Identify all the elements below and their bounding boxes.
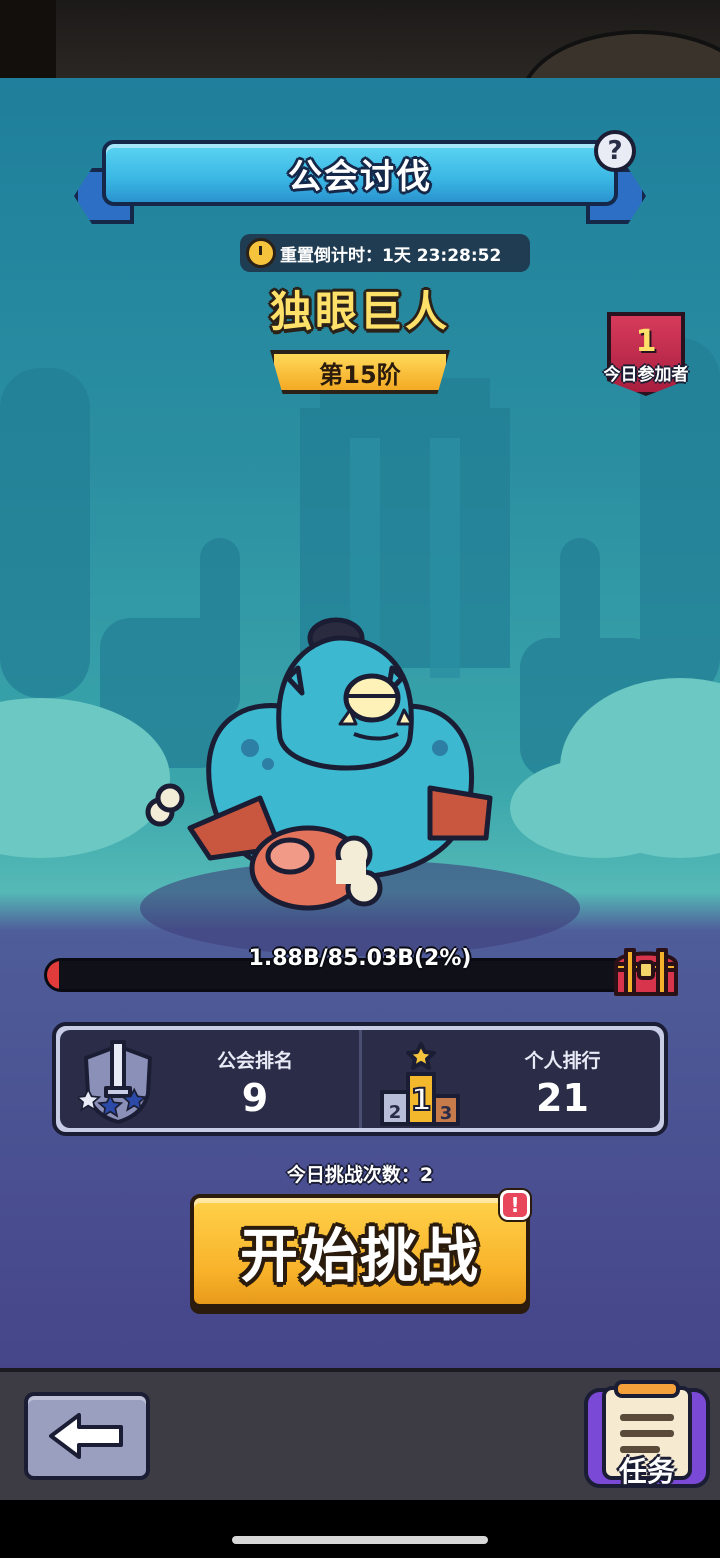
participants-badge[interactable]: 1 今日参加者 (596, 312, 696, 404)
ranking-panel: 公会排名 9 2 1 3 个人排行 21 (52, 1022, 668, 1136)
cyclops-boss-character[interactable] (140, 598, 520, 918)
daily-attempts-text: 今日挑战次数：2 (286, 1164, 434, 1186)
personal-rank-cell[interactable]: 2 1 3 个人排行 21 (358, 1030, 661, 1128)
page-title: 公会讨伐 (288, 156, 432, 197)
home-indicator[interactable] (232, 1536, 488, 1544)
podium-second: 2 (388, 1102, 401, 1123)
podium-third: 3 (439, 1103, 452, 1124)
back-button[interactable] (24, 1392, 150, 1480)
guild-rank-cell[interactable]: 公会排名 9 (60, 1030, 359, 1128)
title-banner: 公会讨伐 (102, 140, 618, 206)
back-arrow-icon (49, 1413, 123, 1459)
guild-rank-label: 公会排名 (216, 1050, 293, 1072)
start-challenge-button[interactable]: 开始挑战 (190, 1194, 530, 1308)
participants-count: 1 (635, 324, 657, 359)
guild-shield-icon (78, 1040, 152, 1124)
background-column (0, 0, 56, 80)
reset-timer: 重置倒计时：1天 23:28:52 (240, 234, 530, 272)
personal-rank-label: 个人排行 (524, 1050, 601, 1072)
guild-rank-value: 9 (241, 1076, 269, 1120)
start-challenge-label: 开始挑战 (239, 1222, 480, 1290)
question-icon: ? (607, 136, 623, 166)
personal-rank-value: 21 (536, 1076, 589, 1120)
help-button[interactable]: ? (594, 130, 636, 172)
stage-text: 第15阶 (319, 360, 401, 389)
participants-label: 今日参加者 (603, 365, 689, 385)
podium-icon: 2 1 3 (379, 1042, 460, 1126)
timer-text: 重置倒计时：1天 23:28:52 (280, 245, 502, 266)
stage-badge: 第15阶 (270, 350, 450, 394)
treasure-chest-icon[interactable] (612, 944, 680, 998)
previous-screen-strip (0, 0, 720, 80)
background-shape (520, 30, 720, 80)
notification-alert-icon: ! (500, 1190, 530, 1220)
stopwatch-icon (246, 238, 276, 268)
podium-first: 1 (410, 1083, 431, 1118)
quest-label: 任务 (618, 1455, 675, 1488)
system-home-area (0, 1500, 720, 1558)
